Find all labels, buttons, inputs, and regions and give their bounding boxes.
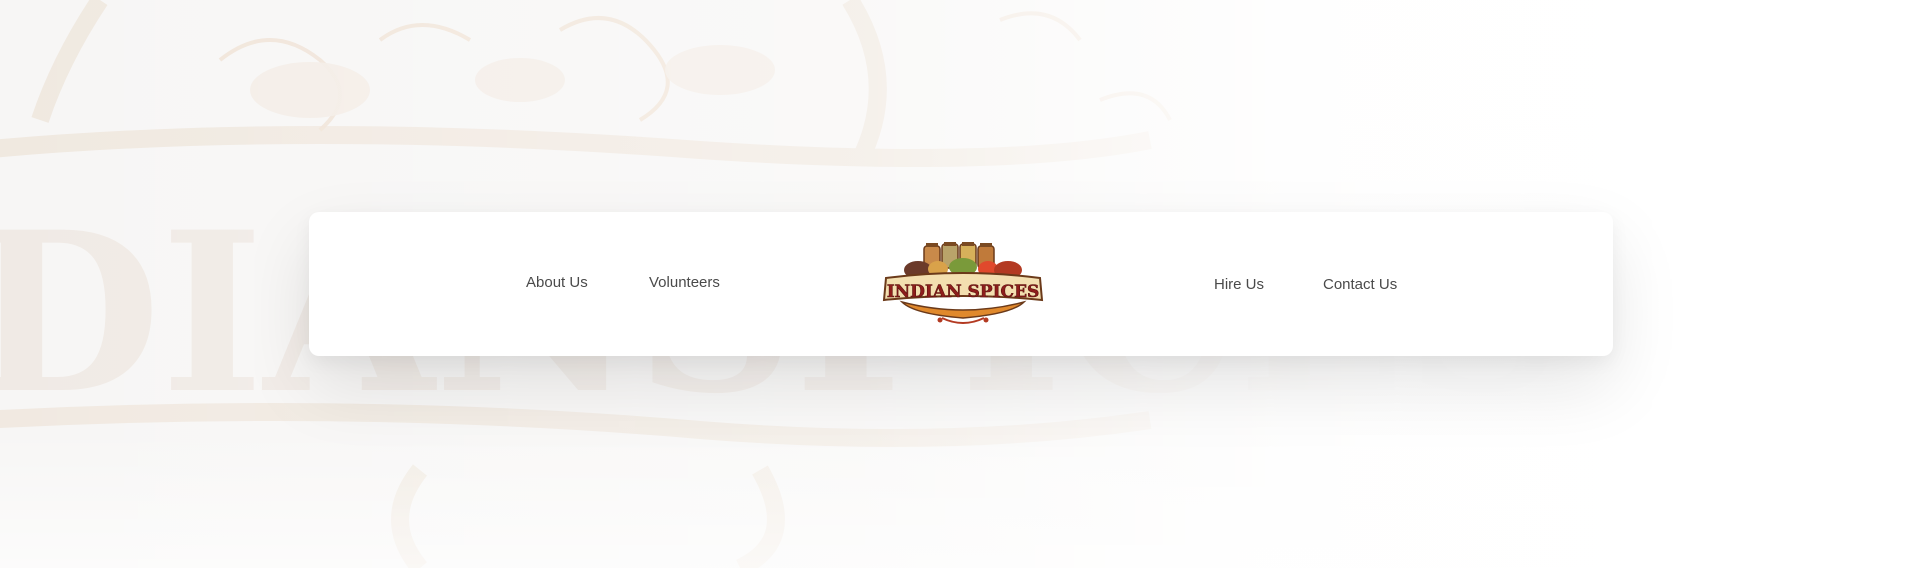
nav-link-volunteers[interactable]: Volunteers <box>649 274 720 291</box>
nav-link-contact-us[interactable]: Contact Us <box>1323 276 1397 293</box>
main-navbar: About Us Volunteers INDIAN SPICES Hire U… <box>309 212 1613 356</box>
site-logo[interactable]: INDIAN SPICES <box>882 242 1044 328</box>
page: DIANSPICES About Us Volunteers <box>0 0 1920 568</box>
background-fade-bottom <box>0 428 1920 568</box>
logo-text: INDIAN SPICES <box>887 282 1040 302</box>
nav-link-about-us[interactable]: About Us <box>526 274 588 291</box>
spice-jars-logo-icon: INDIAN SPICES <box>882 242 1044 324</box>
nav-link-hire-us[interactable]: Hire Us <box>1214 276 1264 293</box>
